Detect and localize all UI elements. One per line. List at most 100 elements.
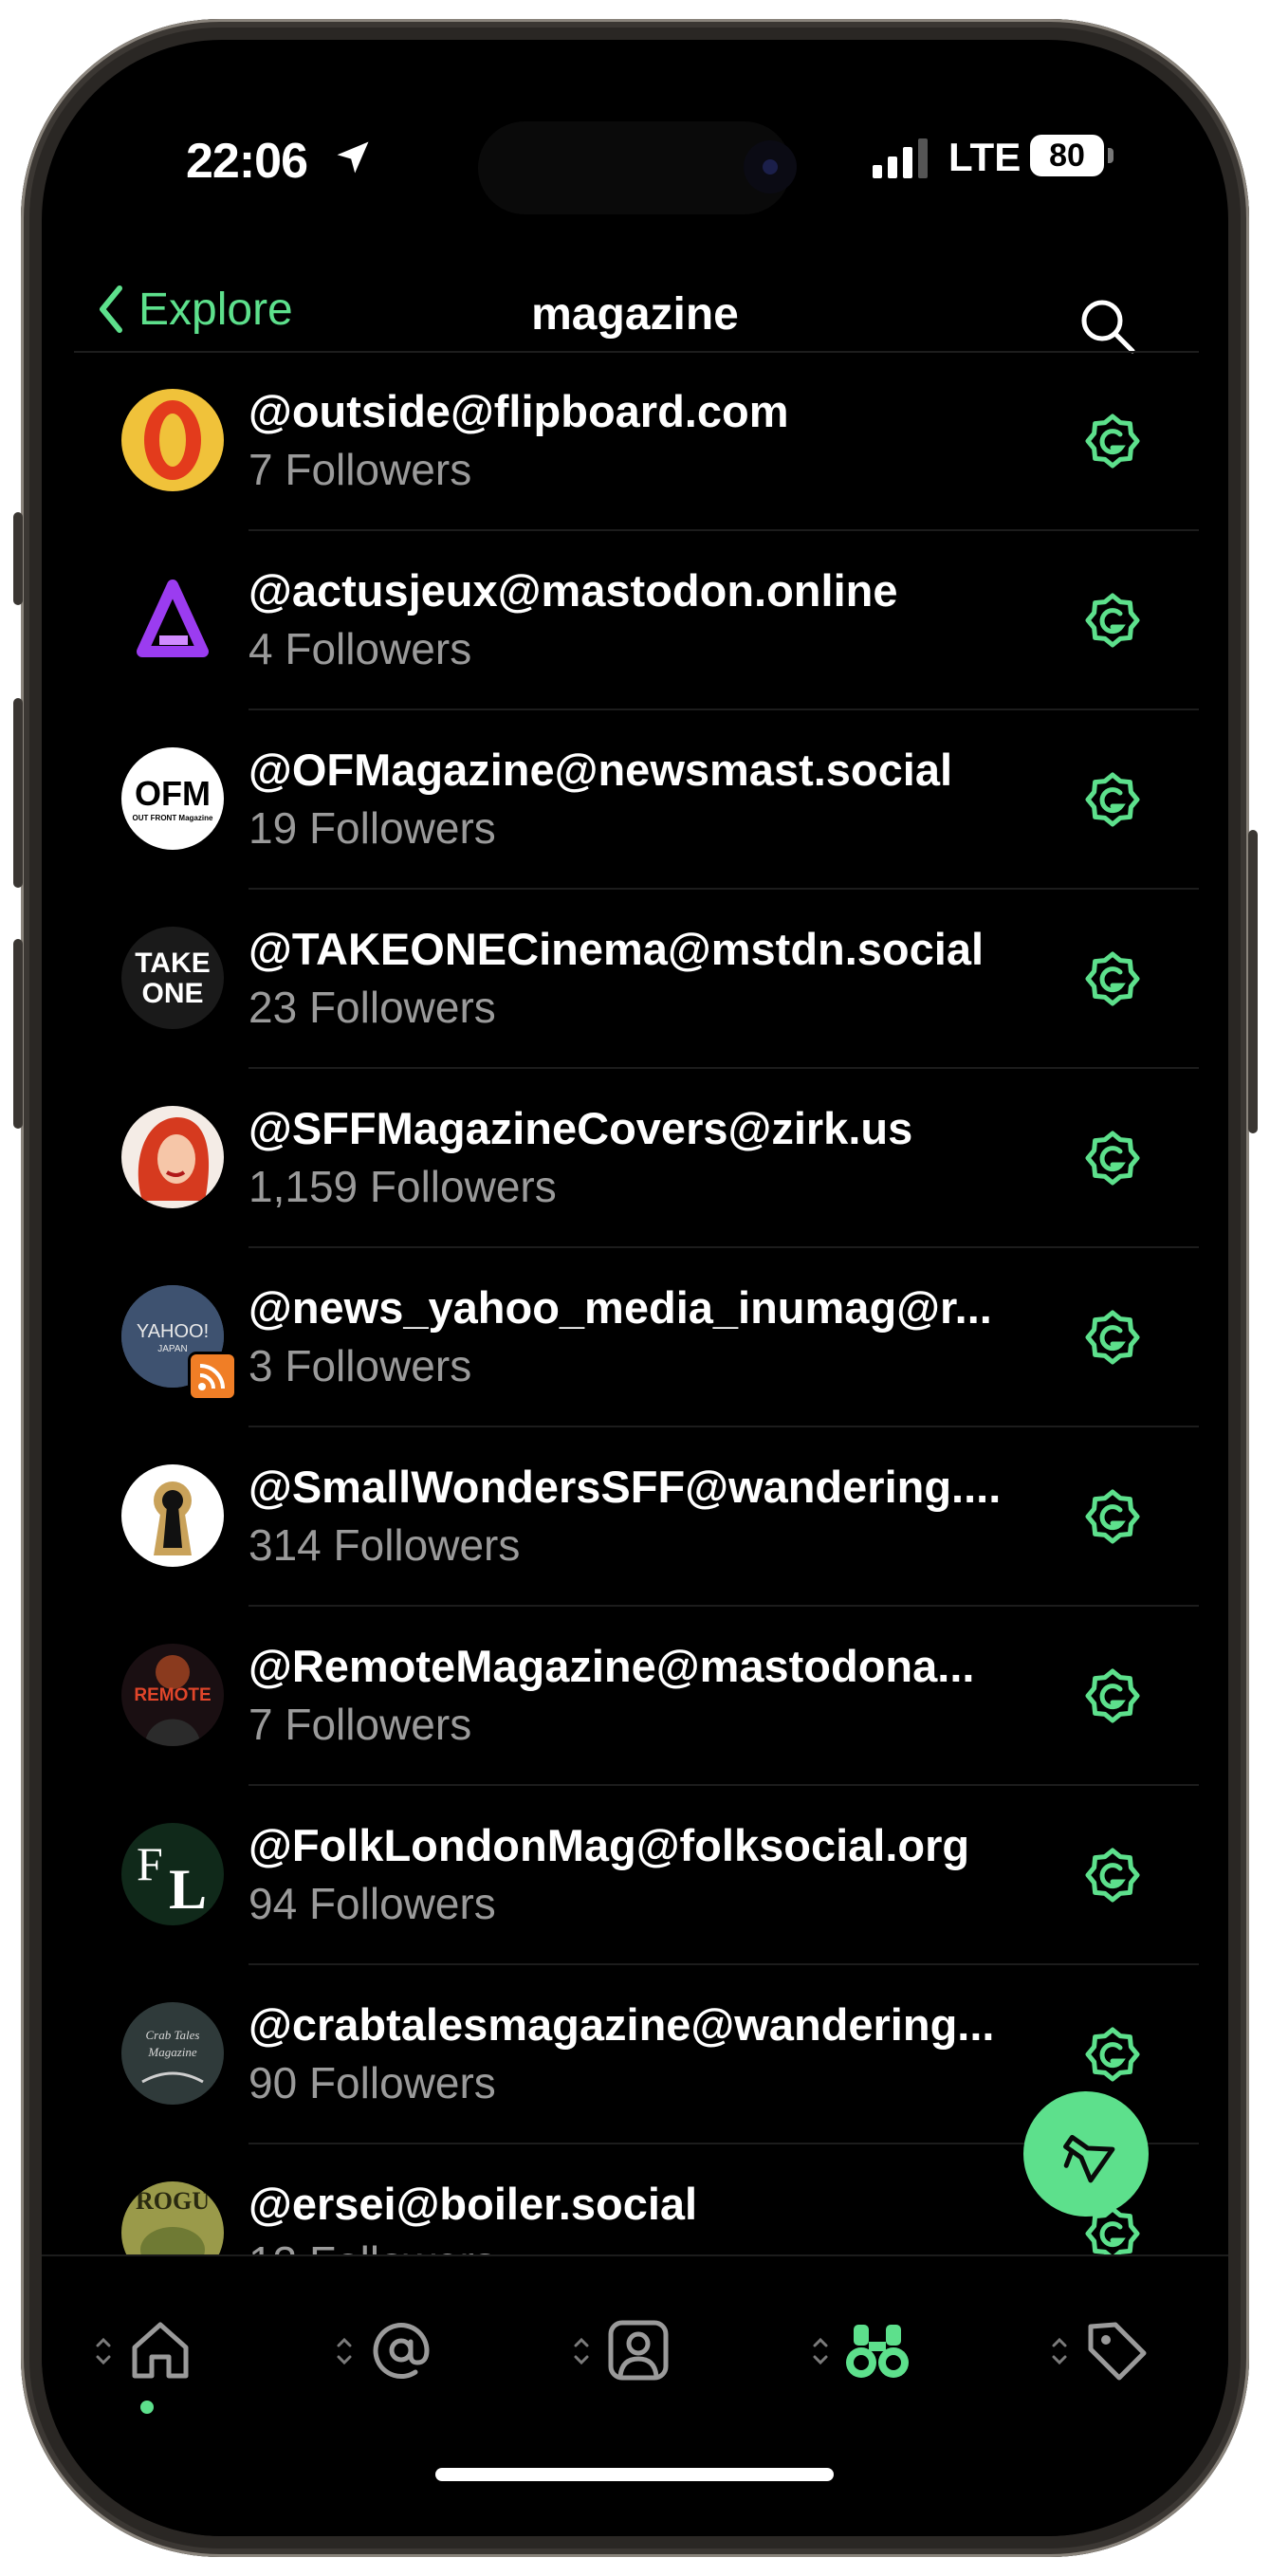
account-handle: @crabtalesmagazine@wandering... [248,1999,995,2050]
follow-icon[interactable] [1083,770,1142,829]
row-divider [248,1426,1199,1427]
follow-icon[interactable] [1083,1308,1142,1367]
follower-count: 19 Followers [248,803,496,853]
account-row[interactable]: @SmallWondersSFF@wandering.... 314 Follo… [42,1428,1228,1607]
compose-button[interactable] [1023,2091,1149,2217]
ofm-logo-text: OFM [135,774,211,813]
folk-logo-f: F [137,1837,163,1890]
navigation-bar: Explore magazine [42,258,1228,354]
follower-count: 4 Followers [248,624,472,673]
chevron-up-down-icon [337,2337,352,2365]
tab-lists[interactable] [1051,2313,1184,2399]
takeone-logo-top: TAKE [135,948,211,979]
follower-count: 94 Followers [248,1879,496,1928]
follower-count: 7 Followers [248,445,472,494]
screen: 22:06 LTE 80 Explore magazine @outside@f… [42,40,1228,2536]
account-handle: @SmallWondersSFF@wandering.... [248,1462,1002,1512]
account-handle: @RemoteMagazine@mastodona... [248,1641,975,1691]
crab-illustration [141,2071,204,2084]
avatar-remotemagazine: REMOTE [121,1644,224,1746]
account-row[interactable]: REMOTE @RemoteMagazine@mastodona... 7 Fo… [42,1608,1228,1786]
account-row[interactable]: F L @FolkLondonMag@folksocial.org 94 Fol… [42,1787,1228,1965]
cellular-signal-icon [873,138,928,178]
follower-count: 314 Followers [248,1520,521,1570]
tab-bar [42,2254,1228,2536]
follower-count: 7 Followers [248,1700,472,1749]
chevron-up-down-icon [96,2337,111,2365]
row-divider [248,529,1199,531]
follow-icon[interactable] [1083,2025,1142,2084]
side-button-volume-down [13,939,23,1129]
person-crop-icon [608,2320,669,2381]
keyhole-logo [154,1481,192,1555]
avatar-yahoo: YAHOO! JAPAN [121,1285,237,1401]
account-row[interactable]: @SFFMagazineCovers@zirk.us 1,159 Followe… [42,1070,1228,1248]
side-button-volume-up [13,698,23,888]
follow-icon[interactable] [1083,412,1142,470]
account-handle: @ersei@boiler.social [248,2179,698,2229]
battery-tip [1108,148,1114,163]
account-handle: @actusjeux@mastodon.online [248,565,898,616]
row-divider [248,1067,1199,1069]
page-title: magazine [531,289,739,340]
active-indicator-dot [140,2401,154,2414]
account-row[interactable]: @actusjeux@mastodon.online 4 Followers [42,532,1228,710]
account-row[interactable]: YAHOO! JAPAN @news_yahoo_media_inumag@r.… [42,1249,1228,1427]
account-handle: @SFFMagazineCovers@zirk.us [248,1103,913,1153]
follow-icon[interactable] [1083,949,1142,1008]
outside-logo [144,400,201,480]
follow-icon[interactable] [1083,591,1142,650]
remote-logo-text: REMOTE [134,1685,212,1705]
avatar-smallwonders [121,1464,224,1567]
follower-count: 23 Followers [248,983,496,1032]
account-row[interactable]: @outside@flipboard.com 7 Followers [42,353,1228,531]
tab-home[interactable] [95,2313,228,2414]
front-camera [744,140,797,193]
follower-count: 3 Followers [248,1341,472,1390]
folk-logo-l: L [169,1858,208,1921]
avatar-actusjeux [121,568,224,671]
account-handle: @news_yahoo_media_inumag@r... [248,1282,992,1333]
follower-count: 1,159 Followers [248,1162,557,1211]
account-handle: @TAKEONECinema@mstdn.social [248,924,985,974]
chevron-up-down-icon [1052,2337,1067,2365]
at-sign-icon [373,2323,430,2380]
tab-profile[interactable] [573,2313,706,2399]
row-divider [248,1605,1199,1607]
follow-icon[interactable] [1083,1487,1142,1546]
yahoo-logo-text: YAHOO! [136,1321,210,1342]
row-divider [248,1784,1199,1786]
follow-icon[interactable] [1083,1666,1142,1725]
avatar-sffmagazinecovers [121,1106,224,1208]
row-divider [248,1246,1199,1248]
tag-icon [1088,2322,1147,2381]
account-handle: @OFMagazine@newsmast.social [248,745,953,795]
side-button-action [13,512,23,605]
account-row[interactable]: OFM OUT FRONT Magazine @OFMagazine@newsm… [42,711,1228,890]
chevron-up-down-icon [574,2337,589,2365]
portrait-image [138,1117,210,1201]
actusjeux-logo [137,580,209,657]
home-indicator[interactable] [435,2468,834,2481]
search-icon[interactable] [1077,296,1138,357]
avatar-takeone: TAKE ONE [121,927,224,1029]
follow-icon[interactable] [1083,1129,1142,1187]
avatar-crabtales: Crab Tales Magazine [121,2002,224,2105]
account-handle: @FolkLondonMag@folksocial.org [248,1820,970,1870]
carrier-label: LTE [948,135,1022,179]
avatar-outside [121,389,224,491]
tab-explore[interactable] [812,2313,945,2399]
megaphone-icon [1063,2134,1115,2183]
follow-icon[interactable] [1083,1846,1142,1904]
location-arrow-icon [337,141,369,174]
tab-mentions[interactable] [336,2313,469,2399]
account-row[interactable]: TAKE ONE @TAKEONECinema@mstdn.social 23 … [42,891,1228,1069]
rss-feed-icon [188,1352,237,1401]
row-divider [248,708,1199,710]
row-divider [248,1963,1199,1965]
battery-indicator: 80 [1030,135,1104,176]
status-time: 22:06 [186,134,308,189]
home-icon [132,2322,189,2379]
binoculars-icon [846,2325,909,2378]
ofm-logo-subtext: OUT FRONT Magazine [132,814,213,822]
